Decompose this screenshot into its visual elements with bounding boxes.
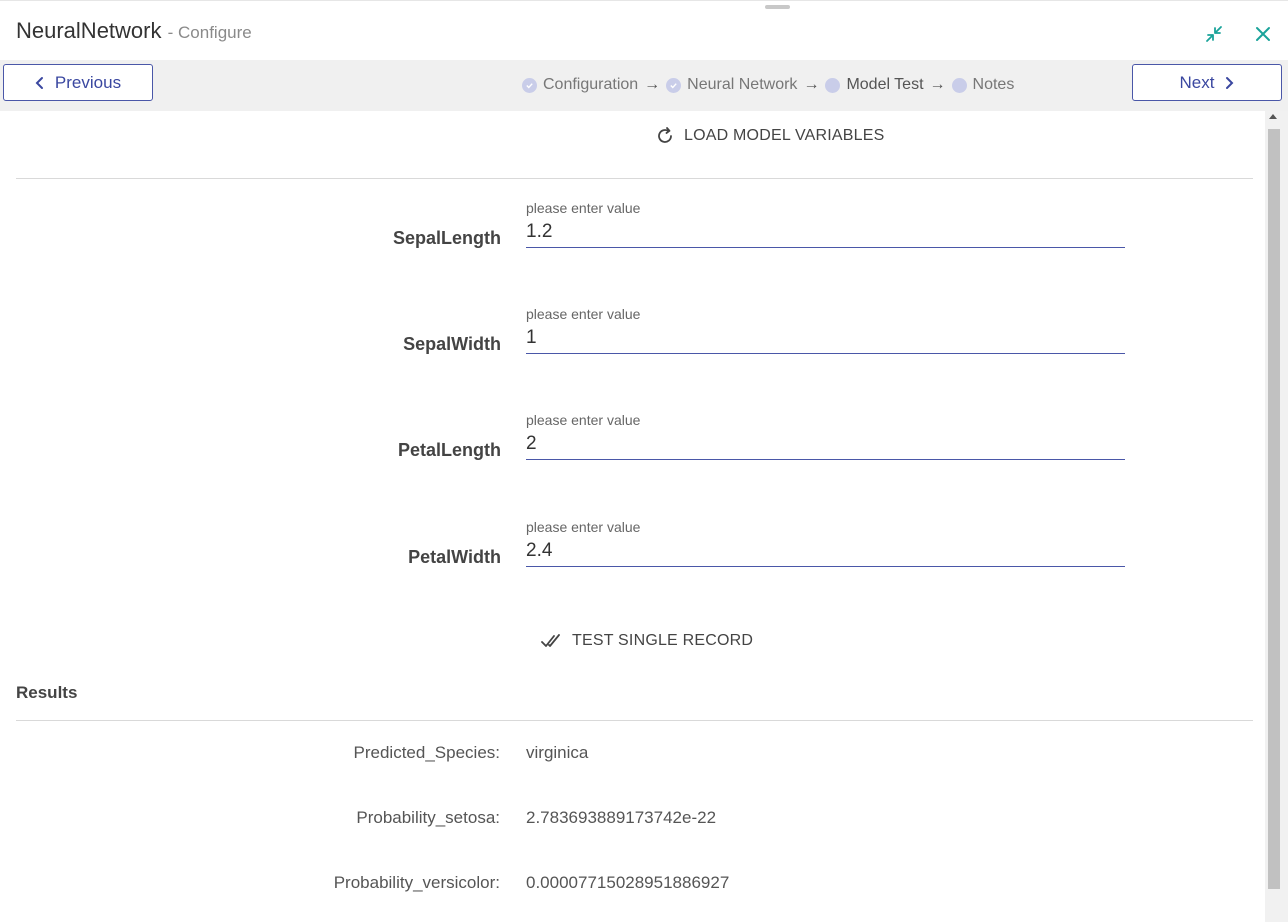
- collapse-arrows-icon: [1206, 26, 1222, 42]
- result-label: Probability_setosa:: [356, 808, 500, 827]
- step-arrow: →: [803, 76, 820, 93]
- chevron-right-icon: [1226, 76, 1234, 89]
- test-single-record-label: TEST SINGLE RECORD: [572, 632, 754, 649]
- petal-length-input[interactable]: [526, 428, 1125, 460]
- result-label: Predicted_Species:: [353, 743, 500, 762]
- field-label: PetalWidth: [408, 547, 501, 567]
- field-hint: please enter value: [526, 306, 641, 322]
- check-circle-icon: [666, 77, 682, 93]
- result-value: 2.783693889173742e-22: [526, 808, 717, 827]
- result-label: Probability_versicolor:: [333, 873, 500, 892]
- field-sepal-length: SepalLength please enter value: [0, 200, 1265, 260]
- minimize-button[interactable]: [1202, 22, 1226, 46]
- divider: [16, 720, 1253, 721]
- double-check-icon: [541, 634, 560, 647]
- step-dot-icon: [951, 77, 967, 93]
- drag-handle[interactable]: [765, 5, 790, 9]
- chevron-left-icon: [35, 76, 43, 89]
- step-label: Configuration: [543, 76, 639, 93]
- field-sepal-width: SepalWidth please enter value: [0, 306, 1265, 366]
- petal-width-input[interactable]: [526, 535, 1125, 567]
- step-label: Neural Network: [687, 76, 798, 93]
- close-icon: [1256, 27, 1270, 41]
- next-label: Next: [1179, 72, 1215, 92]
- step-notes[interactable]: Notes: [951, 76, 1015, 94]
- field-hint: please enter value: [526, 519, 641, 535]
- step-neural-network[interactable]: Neural Network: [666, 76, 797, 94]
- step-dot-icon: [825, 77, 841, 93]
- step-configuration[interactable]: Configuration: [522, 76, 638, 94]
- result-row: Probability_versicolor: 0.00007715028951…: [0, 873, 1265, 897]
- step-arrow: →: [929, 76, 946, 93]
- scrollbar-thumb[interactable]: [1268, 129, 1280, 889]
- previous-label: Previous: [54, 72, 122, 92]
- vertical-scrollbar[interactable]: [1265, 111, 1288, 922]
- load-model-variables-button[interactable]: LOAD MODEL VARIABLES: [654, 125, 885, 147]
- divider: [16, 178, 1253, 179]
- step-model-test[interactable]: Model Test: [825, 76, 924, 94]
- result-row: Predicted_Species: virginica: [0, 743, 1265, 767]
- window-title-subtitle: - Configure: [167, 23, 252, 42]
- sepal-width-input[interactable]: [526, 322, 1125, 354]
- field-petal-length: PetalLength please enter value: [0, 412, 1265, 472]
- load-model-variables-label: LOAD MODEL VARIABLES: [684, 127, 885, 144]
- model-test-panel: LOAD MODEL VARIABLES SepalLength please …: [0, 111, 1265, 922]
- field-petal-width: PetalWidth please enter value: [0, 519, 1265, 579]
- test-single-record-button[interactable]: TEST SINGLE RECORD: [540, 631, 753, 651]
- refresh-icon: [658, 127, 672, 143]
- window-title: NeuralNetwork - Configure: [16, 18, 252, 44]
- result-row: Probability_setosa: 2.783693889173742e-2…: [0, 808, 1265, 832]
- result-value: virginica: [526, 743, 589, 762]
- sepal-length-input[interactable]: [526, 216, 1125, 248]
- window-title-main: NeuralNetwork: [16, 18, 162, 43]
- step-arrow: →: [644, 76, 661, 93]
- wizard-nav-bar: Previous Configuration → Neural Network …: [0, 60, 1288, 111]
- field-label: PetalLength: [397, 440, 501, 460]
- previous-button[interactable]: Previous: [3, 64, 153, 101]
- field-hint: please enter value: [526, 200, 641, 216]
- close-button[interactable]: [1251, 22, 1275, 46]
- results-heading: Results: [16, 683, 78, 702]
- title-bar: NeuralNetwork - Configure: [0, 0, 1288, 60]
- wizard-steps: Configuration → Neural Network → Model T…: [522, 76, 1014, 94]
- next-button[interactable]: Next: [1132, 64, 1282, 101]
- step-label: Model Test: [846, 76, 924, 93]
- neural-network-configure-window: NeuralNetwork - Configure Previous Confi…: [0, 0, 1288, 922]
- scroll-up-arrow-icon[interactable]: [1269, 114, 1277, 119]
- field-hint: please enter value: [526, 412, 641, 428]
- result-value: 0.00007715028951886927: [526, 873, 730, 892]
- field-label: SepalWidth: [403, 334, 501, 354]
- field-label: SepalLength: [392, 228, 501, 248]
- check-circle-icon: [522, 77, 537, 93]
- step-label: Notes: [972, 76, 1015, 93]
